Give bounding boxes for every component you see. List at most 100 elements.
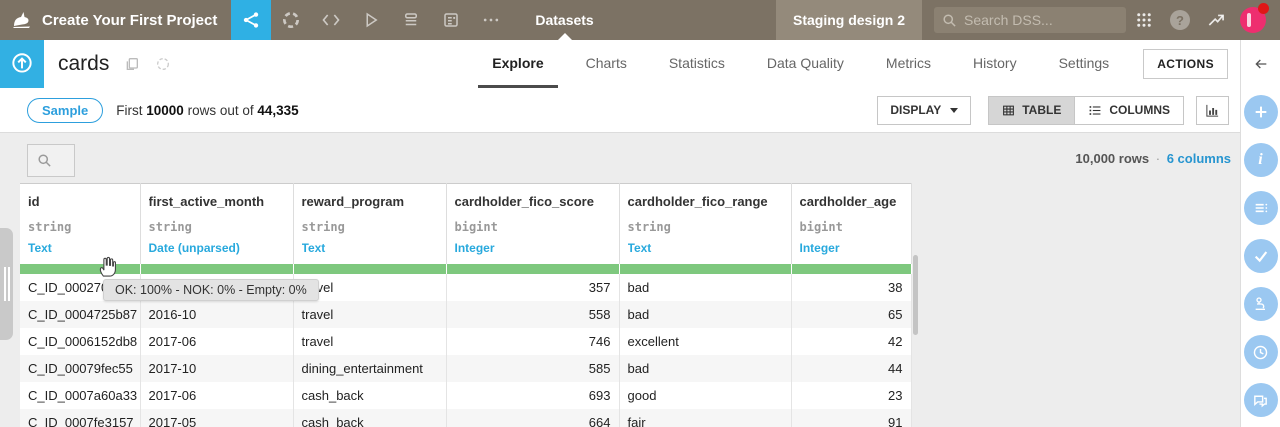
display-dropdown[interactable]: DISPLAY [877,95,972,125]
table-search-box[interactable] [27,144,75,177]
table-cell[interactable]: 42 [791,328,912,355]
tab-metrics[interactable]: Metrics [872,40,945,88]
table-cell[interactable]: 44 [791,355,912,382]
actions-button[interactable]: ACTIONS [1143,49,1228,79]
rows-count: 10,000 rows [1075,151,1150,166]
global-search-input[interactable] [964,12,1118,28]
panel-drag-handle[interactable] [0,228,13,340]
add-icon[interactable] [1243,95,1278,129]
table-cell[interactable]: cash_back [293,409,447,427]
more-icon[interactable] [471,0,511,40]
table-cell[interactable]: C_ID_0007fe3157 [20,409,141,427]
lab-icon[interactable] [1243,287,1278,321]
table-cell[interactable]: C_ID_0004725b87 [20,301,141,328]
table-cell[interactable]: 2016-10 [140,301,294,328]
table-cell[interactable]: 38 [791,274,912,301]
notebooks-icon[interactable] [431,0,471,40]
flow-icon[interactable] [231,0,272,40]
table-cell[interactable]: excellent [619,328,792,355]
table-cell[interactable]: 664 [446,409,620,427]
table-cell[interactable]: 2017-06 [140,382,294,409]
column-header-cardholder_fico_range[interactable]: cardholder_fico_range string Text [619,183,792,264]
user-avatar[interactable] [1240,3,1269,33]
discussions-icon[interactable] [1243,383,1278,417]
table-cell[interactable]: dining_entertainment [293,355,447,382]
timeline-icon[interactable] [1243,335,1278,369]
project-title[interactable]: Create Your First Project [42,12,217,29]
table-cell[interactable]: fair [619,409,792,427]
quick-chart-button[interactable] [1196,95,1229,125]
table-meta: 10,000 rows · 6 columns [1075,151,1231,166]
table-row: C_ID_0004725b87 2016-10 travel 558 bad 65 [20,301,912,328]
quality-bar-cell[interactable] [619,264,792,274]
sample-pill[interactable]: Sample [27,97,104,123]
dataset-icon[interactable] [0,40,44,88]
tab-charts[interactable]: Charts [572,40,641,88]
table-cell[interactable]: 2017-05 [140,409,294,427]
jobs-icon[interactable] [391,0,431,40]
quality-bar-cell[interactable] [293,264,447,274]
instance-badge[interactable]: Staging design 2 [775,0,922,40]
lab-icon[interactable] [271,0,311,40]
search-icon [38,154,51,167]
table-cell[interactable]: bad [619,274,792,301]
apps-grid-icon[interactable] [1126,0,1162,40]
help-icon[interactable]: ? [1162,0,1198,40]
table-cell[interactable]: cash_back [293,382,447,409]
table-cell[interactable]: C_ID_0006152db8 [20,328,141,355]
global-search[interactable] [934,7,1126,33]
table-cell[interactable]: C_ID_00079fec55 [20,355,141,382]
columns-view-button[interactable]: COLUMNS [1074,96,1183,124]
updates-icon[interactable] [1198,0,1234,40]
table-cell[interactable]: 2017-10 [140,355,294,382]
info-icon[interactable]: i [1243,143,1278,177]
column-header-cardholder_fico_score[interactable]: cardholder_fico_score bigint Integer [446,183,620,264]
code-icon[interactable] [311,0,351,40]
table-cell[interactable]: bad [619,301,792,328]
tab-settings[interactable]: Settings [1045,40,1124,88]
collapse-panel-arrow[interactable] [1249,55,1273,73]
table-cell[interactable]: travel [293,328,447,355]
column-header-first_active_month[interactable]: first_active_month string Date (unparsed) [140,183,294,264]
table-cell[interactable]: 746 [446,328,620,355]
table-cell[interactable]: 91 [791,409,912,427]
quality-bar-cell[interactable] [140,264,294,274]
checks-icon[interactable] [1243,239,1278,273]
table-cell[interactable]: travel [293,301,447,328]
tab-statistics[interactable]: Statistics [655,40,739,88]
dataiku-logo-icon[interactable] [0,0,42,40]
table-cell[interactable]: bad [619,355,792,382]
nav-datasets[interactable]: Datasets [529,0,599,40]
tab-history[interactable]: History [959,40,1031,88]
quality-bar-cell[interactable] [20,264,141,274]
quality-bar-cell[interactable] [791,264,912,274]
table-cell[interactable]: good [619,382,792,409]
table-row: C_ID_0007a60a33 2017-06 cash_back 693 good 23 [20,382,912,409]
column-header-reward_program[interactable]: reward_program string Text [293,183,447,264]
schema-icon[interactable] [1243,191,1278,225]
quality-bar-cell[interactable] [446,264,620,274]
columns-count-link[interactable]: 6 columns [1167,151,1231,166]
column-header-cardholder_age[interactable]: cardholder_age bigint Integer [791,183,912,264]
table-cell[interactable]: 693 [446,382,620,409]
dataset-header: cards Explore Charts Statistics Data Qualit… [0,40,1240,88]
run-icon[interactable] [351,0,391,40]
copy-icon[interactable] [124,56,140,72]
table-cell[interactable]: 65 [791,301,912,328]
table-cell[interactable]: 23 [791,382,912,409]
notification-dot [1258,3,1269,14]
tab-data-quality[interactable]: Data Quality [753,40,858,88]
table-cell[interactable]: C_ID_0007a60a33 [20,382,141,409]
dataset-status-icon[interactable] [155,56,171,72]
table-cell[interactable]: 2017-06 [140,328,294,355]
dataset-title: cards [58,52,110,75]
arrow-left-icon [1254,59,1266,69]
table-view-button[interactable]: TABLE [989,96,1075,124]
table-scrollbar[interactable] [913,255,918,335]
tab-explore[interactable]: Explore [478,40,558,88]
table-cell[interactable]: 558 [446,301,620,328]
table-cell[interactable]: 585 [446,355,620,382]
column-header-id[interactable]: id string Text [20,183,141,264]
bar-chart-icon [1206,104,1219,117]
table-cell[interactable]: 357 [446,274,620,301]
